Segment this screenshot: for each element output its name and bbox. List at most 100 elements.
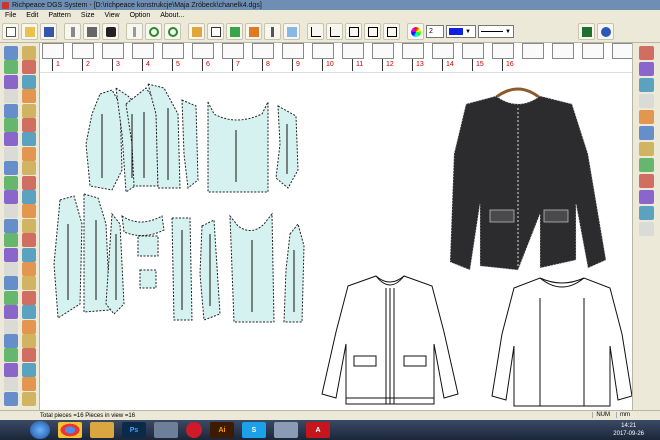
tool-button[interactable] [22, 305, 36, 320]
size-label[interactable]: 16 [506, 61, 514, 68]
monitor-button[interactable] [578, 23, 595, 40]
acrobat-taskbar-icon[interactable]: A [306, 422, 330, 438]
tool-button[interactable] [22, 218, 36, 233]
piece-thumbnail[interactable] [402, 43, 424, 59]
piece-thumbnail[interactable] [522, 43, 544, 59]
menu-size[interactable]: Size [76, 12, 100, 19]
piece-thumbnail[interactable] [312, 43, 334, 59]
tool-button[interactable] [4, 46, 18, 60]
redo-button[interactable] [164, 23, 181, 40]
tool-button[interactable] [4, 377, 18, 392]
piece-thumbnail[interactable] [492, 43, 514, 59]
tool-button[interactable] [22, 377, 36, 392]
piece-thumbnail[interactable] [222, 43, 244, 59]
tool-button[interactable] [4, 103, 18, 118]
help-button[interactable] [597, 23, 614, 40]
undo-button[interactable] [145, 23, 162, 40]
piece-thumbnail[interactable] [192, 43, 214, 59]
panel-tool-button[interactable] [639, 46, 654, 60]
tool-button[interactable] [4, 190, 18, 204]
tool-button[interactable] [22, 118, 36, 132]
print-button[interactable] [83, 23, 100, 40]
panel-tool-button[interactable] [639, 158, 654, 172]
tool-button[interactable] [22, 46, 36, 60]
tool-button[interactable] [4, 391, 18, 406]
opera-taskbar-icon[interactable] [186, 422, 202, 438]
size-label[interactable]: 5 [176, 61, 180, 68]
piece-thumbnail[interactable] [372, 43, 394, 59]
tool-button[interactable] [22, 103, 36, 118]
panel-tool-button[interactable] [639, 126, 654, 140]
piece-thumbnail[interactable] [72, 43, 94, 59]
piece-thumbnail[interactable] [612, 43, 634, 59]
menu-pattern[interactable]: Pattern [43, 12, 76, 19]
size-label[interactable]: 6 [206, 61, 210, 68]
tool-button[interactable] [4, 118, 18, 132]
grade2-button[interactable] [326, 23, 343, 40]
tool-button[interactable] [22, 262, 36, 276]
piece-thumbnail[interactable] [252, 43, 274, 59]
tool-button[interactable] [22, 247, 36, 262]
menu-view[interactable]: View [100, 12, 125, 19]
size-label[interactable]: 15 [476, 61, 484, 68]
panel-tool-button[interactable] [639, 222, 654, 236]
tool-button[interactable] [22, 89, 36, 104]
pen-button[interactable] [64, 23, 81, 40]
piece-thumbnail[interactable] [552, 43, 574, 59]
menu-about[interactable]: About... [155, 12, 189, 19]
illustrator-taskbar-icon[interactable]: Ai [210, 422, 234, 438]
tool-button[interactable] [22, 190, 36, 204]
fill-button[interactable] [226, 23, 243, 40]
tool-button[interactable] [4, 276, 18, 291]
layout-button[interactable] [188, 23, 205, 40]
piece-thumbnail[interactable] [162, 43, 184, 59]
size-label[interactable]: 12 [386, 61, 394, 68]
tool-button[interactable] [4, 175, 18, 190]
tool-button[interactable] [4, 290, 18, 305]
grade-button[interactable] [307, 23, 324, 40]
tool-button[interactable] [4, 305, 18, 320]
panel-tool-button[interactable] [639, 78, 654, 92]
line-width-input[interactable]: 2 [426, 25, 444, 38]
menu-edit[interactable]: Edit [21, 12, 43, 19]
panel-tool-button[interactable] [639, 110, 654, 124]
piece-thumbnail[interactable] [132, 43, 154, 59]
panel-tool-button[interactable] [639, 206, 654, 220]
color-select[interactable]: ▼ [446, 25, 476, 38]
size-label[interactable]: 3 [116, 61, 120, 68]
explorer-taskbar-icon[interactable] [90, 422, 114, 438]
tool-button[interactable] [4, 204, 18, 219]
tool-button[interactable] [4, 334, 18, 348]
panel-tool-button[interactable] [639, 174, 654, 188]
size-label[interactable]: 13 [416, 61, 424, 68]
size-label[interactable]: 4 [146, 61, 150, 68]
piece-thumbnail[interactable] [462, 43, 484, 59]
tool-button[interactable] [22, 319, 36, 334]
panel-tool-button[interactable] [639, 94, 654, 108]
size-label[interactable]: 9 [296, 61, 300, 68]
cut-button[interactable] [126, 23, 143, 40]
open-button[interactable] [21, 23, 38, 40]
pattern-canvas[interactable] [40, 74, 632, 410]
tool-button[interactable] [4, 348, 18, 363]
tool-button[interactable] [22, 362, 36, 377]
tool-button[interactable] [4, 74, 18, 89]
piece-thumbnail[interactable] [42, 43, 64, 59]
tool-button[interactable] [22, 290, 36, 305]
piece-thumbnail[interactable] [582, 43, 604, 59]
piece-thumbnail[interactable] [432, 43, 454, 59]
tool-button[interactable] [4, 146, 18, 161]
dgs-taskbar-icon[interactable] [274, 422, 298, 438]
panel-tool-button[interactable] [639, 62, 654, 76]
skype-taskbar-icon[interactable]: S [242, 422, 266, 438]
start-button[interactable] [30, 421, 50, 439]
grade4-button[interactable] [364, 23, 381, 40]
tool-button[interactable] [4, 262, 18, 276]
new-button[interactable] [2, 23, 19, 40]
save-button[interactable] [40, 23, 57, 40]
tool-button[interactable] [4, 362, 18, 377]
tool-button[interactable] [22, 348, 36, 363]
preview-button[interactable] [102, 23, 119, 40]
brush-button[interactable] [264, 23, 281, 40]
color-wheel-button[interactable] [407, 23, 424, 40]
